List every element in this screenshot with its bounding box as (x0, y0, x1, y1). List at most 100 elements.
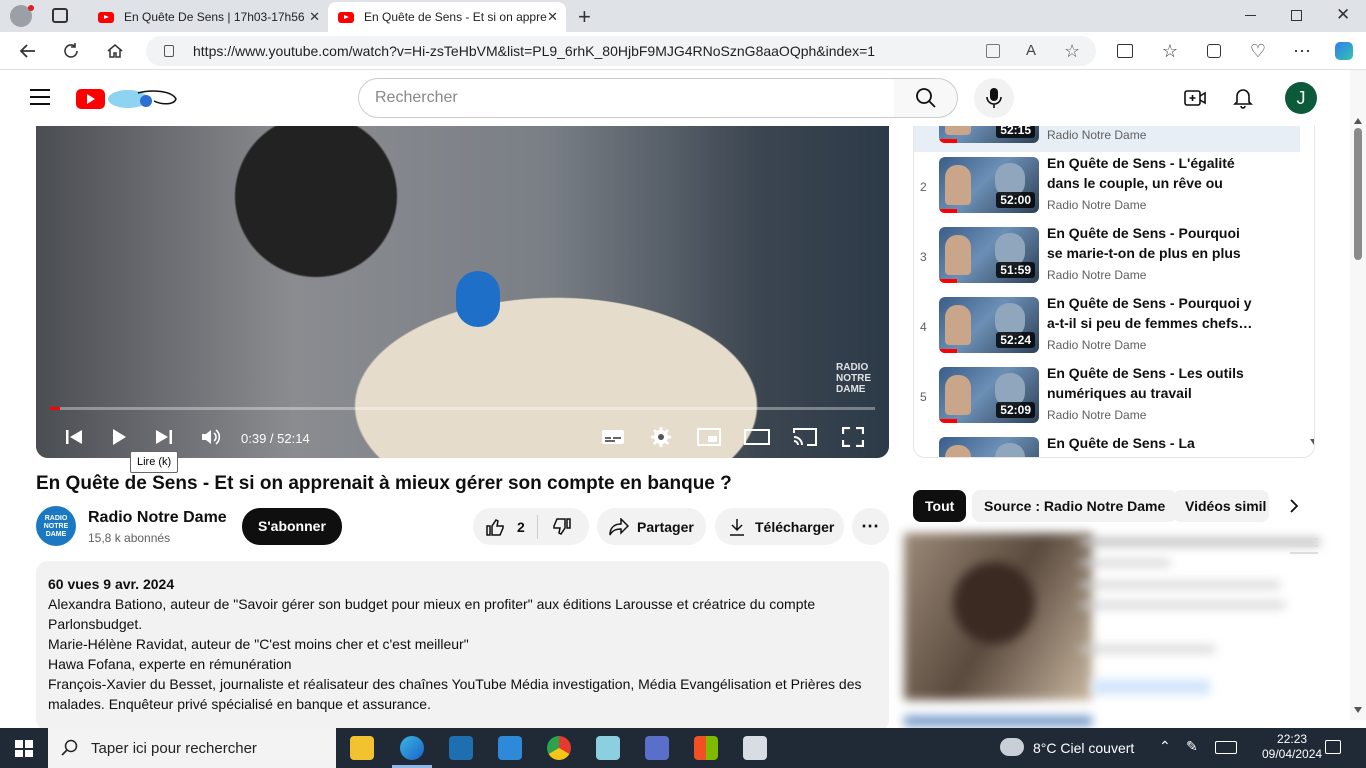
notes-icon[interactable] (596, 736, 620, 760)
playlist-item[interactable]: 5 52:09 En Quête de Sens - Les outils nu… (914, 362, 1300, 432)
dislike-button[interactable] (538, 508, 588, 545)
lock-icon[interactable] (164, 45, 174, 57)
recommendation-thumbnail[interactable] (904, 533, 1092, 700)
taskbar-search[interactable]: Taper ici pour rechercher (48, 728, 336, 768)
duration-badge: 52:24 (996, 332, 1035, 348)
chip-similar-videos[interactable]: Vidéos simil (1173, 490, 1269, 522)
play-icon[interactable] (104, 422, 134, 452)
clock-time: 22:23 (1277, 732, 1308, 746)
menu-icon[interactable] (30, 89, 50, 105)
volume-icon[interactable] (196, 422, 226, 452)
youtube-logo[interactable] (76, 87, 180, 111)
download-button[interactable]: Télécharger (715, 508, 844, 545)
favorite-star-icon[interactable]: ☆ (1064, 36, 1080, 66)
miniplayer-icon[interactable] (694, 422, 724, 452)
fullscreen-icon[interactable] (838, 422, 868, 452)
channel-name[interactable]: Radio Notre Dame (88, 509, 227, 527)
system-clock[interactable]: 22:23 09/04/2024 (1262, 732, 1322, 762)
playlist-item[interactable]: 2 52:00 En Quête de Sens - L'égalité dan… (914, 152, 1300, 222)
search-button[interactable] (894, 78, 958, 118)
like-button[interactable]: 2 (473, 508, 537, 545)
more-actions-button[interactable]: ⋯ (852, 508, 889, 545)
playlist-item[interactable]: 4 52:24 En Quête de Sens - Pourquoi y a-… (914, 292, 1300, 362)
store-icon[interactable] (694, 736, 718, 760)
home-icon[interactable] (102, 38, 128, 64)
playlist-item[interactable]: En Quête de Sens - La (914, 432, 1300, 457)
cast-icon[interactable] (790, 422, 820, 452)
close-window-icon[interactable]: ✕ (1336, 5, 1350, 25)
tray-chevron-icon[interactable]: ⌃ (1159, 738, 1171, 755)
subscribe-button[interactable]: S'abonner (242, 508, 342, 545)
account-avatar[interactable]: J (1285, 82, 1317, 114)
playlist-item-current[interactable]: 52:15 Radio Notre Dame (914, 126, 1300, 152)
tab-close-icon[interactable]: ✕ (309, 9, 320, 25)
youtube-favicon-icon (338, 11, 354, 23)
create-video-icon[interactable] (1184, 89, 1206, 107)
previous-icon[interactable] (59, 422, 89, 452)
subtitles-icon[interactable] (598, 422, 628, 452)
page-scrollbar[interactable] (1350, 70, 1366, 720)
app-icon[interactable] (449, 736, 473, 760)
channel-avatar[interactable]: RADIO NOTRE DAME (36, 506, 76, 546)
tab-active[interactable]: En Quête de Sens - Et si on appre ✕ (328, 2, 566, 32)
more-menu-icon[interactable]: ⋯ (1289, 38, 1315, 64)
subscriber-count: 15,8 k abonnés (88, 531, 171, 545)
app-icon[interactable] (645, 736, 669, 760)
back-icon[interactable] (15, 38, 41, 64)
minimize-icon[interactable] (1245, 15, 1256, 16)
restore-icon[interactable] (1291, 10, 1302, 21)
chrome-icon[interactable] (547, 736, 571, 760)
duration-badge: 52:09 (996, 402, 1035, 418)
chip-source[interactable]: Source : Radio Notre Dame (972, 490, 1178, 522)
chips-next-icon[interactable] (1281, 492, 1307, 520)
file-explorer-icon[interactable] (350, 736, 374, 760)
scroll-thumb[interactable] (1354, 128, 1362, 260)
recommendation-thumbnail-next[interactable] (904, 716, 1092, 726)
playlist-item[interactable]: 3 51:59 En Quête de Sens - Pourquoi se m… (914, 222, 1300, 292)
voice-search-button[interactable] (974, 78, 1014, 118)
app-icon[interactable] (743, 736, 767, 760)
share-label: Partager (637, 518, 694, 535)
keyboard-icon[interactable] (1215, 741, 1237, 754)
tab-actions-icon[interactable] (52, 8, 68, 23)
address-bar[interactable]: https://www.youtube.com/watch?v=Hi-zsTeH… (146, 36, 1096, 66)
scroll-up-icon[interactable] (1354, 118, 1362, 124)
url-text: https://www.youtube.com/watch?v=Hi-zsTeH… (193, 43, 876, 59)
playlist-scroll-down-icon[interactable] (1310, 439, 1314, 445)
browser-essentials-icon[interactable]: ♡ (1245, 38, 1271, 64)
tab-inactive[interactable]: En Quête De Sens | 17h03-17h56 ✕ (88, 2, 328, 32)
favorites-icon[interactable]: ☆ (1157, 38, 1183, 64)
tab-close-icon[interactable]: ✕ (547, 9, 558, 25)
share-button[interactable]: Partager (597, 508, 706, 545)
mail-icon[interactable] (498, 736, 522, 760)
new-tab-icon[interactable]: + (578, 4, 591, 30)
windows-start-icon[interactable] (15, 740, 33, 757)
refresh-icon[interactable] (58, 38, 84, 64)
chip-all[interactable]: Tout (913, 490, 967, 522)
read-aloud-icon[interactable]: A (1026, 36, 1036, 66)
playlist-thumbnail: 52:15 (939, 126, 1039, 143)
app-available-icon[interactable] (986, 44, 1000, 58)
split-screen-icon[interactable] (1112, 38, 1138, 64)
notifications-bell-icon[interactable] (1233, 87, 1253, 109)
theater-mode-icon[interactable] (742, 422, 772, 452)
next-icon[interactable] (149, 422, 179, 452)
collections-icon[interactable] (1201, 38, 1227, 64)
progress-bar[interactable] (50, 407, 875, 410)
description-line: Marie-Hélène Ravidat, auteur de "C'est m… (48, 636, 469, 652)
playlist-title: En Quête de Sens - Pourquoi se marie-t-o… (1047, 225, 1241, 261)
scroll-down-icon[interactable] (1354, 707, 1362, 713)
description-box[interactable]: 60 vues 9 avr. 2024 Alexandra Bationo, a… (36, 561, 889, 731)
copilot-icon[interactable] (1331, 38, 1357, 64)
search-input[interactable]: Rechercher (358, 78, 895, 118)
settings-gear-icon[interactable] (646, 422, 676, 452)
video-player[interactable]: RADIO NOTRE DAME 0:39 / 52:14 (36, 126, 889, 458)
play-tooltip: Lire (k) (130, 451, 179, 473)
weather-text[interactable]: 8°C Ciel couvert (1033, 740, 1134, 756)
playlist-scrollbar[interactable] (1306, 126, 1314, 457)
pen-icon[interactable]: ✎ (1186, 738, 1198, 755)
notifications-icon[interactable] (1325, 740, 1341, 754)
download-label: Télécharger (755, 518, 835, 535)
recommendation-more-icon[interactable] (1290, 538, 1318, 554)
edge-icon[interactable] (400, 736, 424, 760)
